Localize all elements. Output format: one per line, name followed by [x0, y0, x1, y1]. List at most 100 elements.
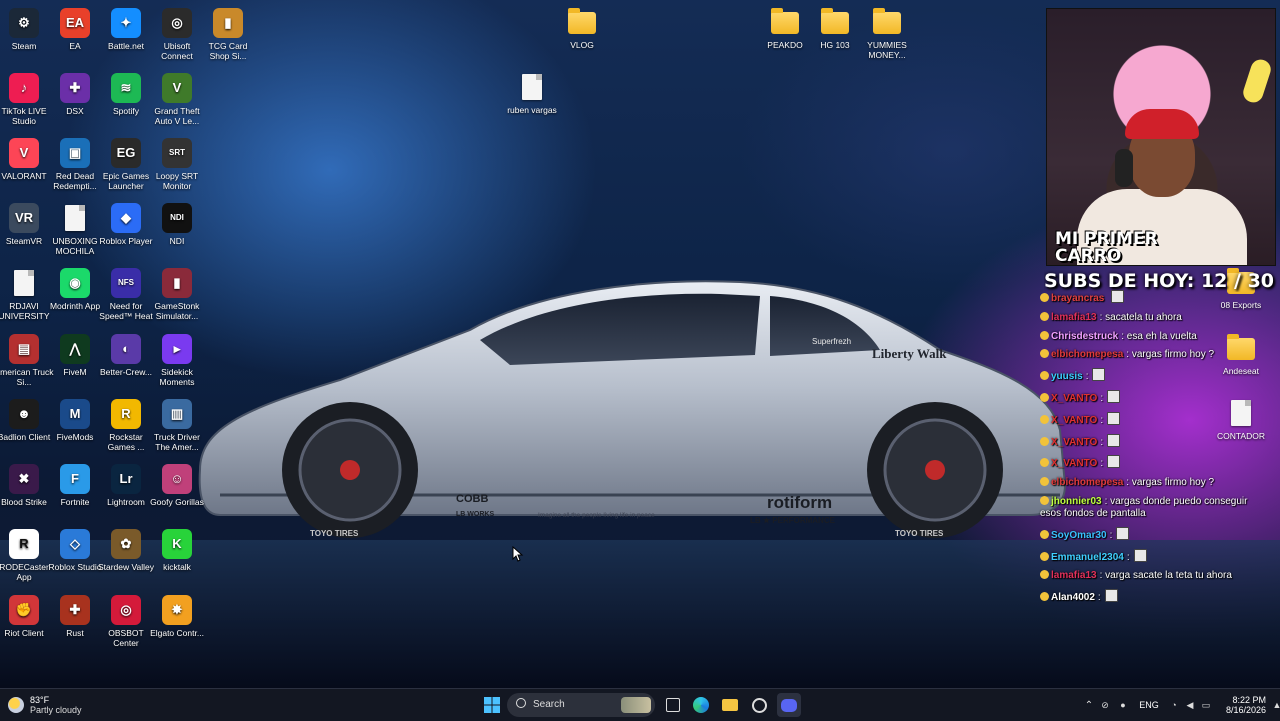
folder-icon — [568, 8, 596, 34]
car-sponsor-text: rotiform — [767, 493, 832, 512]
folder-vlog[interactable]: VLOG — [552, 8, 612, 50]
chat-username[interactable]: SoyOmar30 — [1051, 530, 1107, 541]
desktop-icon-ndi[interactable]: NDI NDI — [147, 203, 207, 246]
chat-username[interactable]: elbichomepesa — [1051, 349, 1123, 360]
folder-icon — [821, 8, 849, 34]
desktop-icon-loopy-srt-monitor[interactable]: SRT Loopy SRT Monitor — [147, 138, 207, 191]
file-icon — [65, 205, 85, 231]
desktop-icon-sidekick-moments[interactable]: ▸ Sidekick Moments — [147, 334, 207, 387]
fivem-icon: ⋀ — [60, 334, 90, 364]
car-brand-text: Liberty Walk — [872, 346, 947, 361]
volume-icon[interactable]: ◀ — [1182, 700, 1198, 711]
chat-username[interactable]: Emmanuel2304 — [1051, 552, 1124, 563]
task-view-button[interactable] — [662, 693, 684, 717]
chat-username[interactable]: lamafia13 — [1051, 312, 1097, 323]
chat-username[interactable]: lamafia13 — [1051, 570, 1097, 581]
chat-text: : — [1097, 592, 1101, 604]
webcam-overlay: MI PRIMER CARRO — [1046, 8, 1276, 266]
desktop-icon-kicktalk[interactable]: Kkicktalk — [147, 529, 207, 572]
chat-username[interactable]: brayancras — [1051, 293, 1104, 304]
file-ruben-vargas[interactable]: ruben vargas — [502, 72, 562, 115]
chat-username[interactable]: elbichomepesa — [1051, 477, 1123, 488]
chat-text: : vargas firmo hoy ? — [1126, 477, 1215, 489]
chat-emote-icon — [1133, 548, 1147, 562]
folder-icon — [873, 8, 901, 34]
start-button[interactable] — [480, 693, 504, 717]
ndi-icon: NDI — [162, 203, 192, 233]
epic-icon: EG — [111, 138, 141, 168]
desktop-icon-label: GameStonk Simulator... — [154, 301, 200, 321]
tire-text-front: TOYO TIRES — [310, 529, 359, 538]
chat-text: : varga sacate la teta tu ahora — [1099, 570, 1232, 582]
chat-username[interactable]: X_VANTO — [1051, 415, 1097, 426]
network-muted-icon[interactable]: ⊘ — [1096, 700, 1114, 711]
chat-text: : — [1100, 414, 1104, 426]
rust-icon: ✚ — [60, 595, 90, 625]
desktop-icon-gamestonk-simulator[interactable]: ▮ GameStonk Simulator... — [147, 268, 207, 321]
notification-bell-icon[interactable]: ▲ — [1270, 700, 1280, 710]
goofy-icon: ☺ — [162, 464, 192, 494]
wifi-icon[interactable]: ◔ — [1166, 700, 1182, 710]
battery-icon[interactable]: ▭ — [1198, 700, 1214, 711]
chat-username[interactable]: X_VANTO — [1051, 437, 1097, 448]
mouse-cursor — [512, 546, 524, 562]
chat-username[interactable]: Chrisdestruck — [1051, 331, 1118, 342]
chat-username[interactable]: X_VANTO — [1051, 393, 1097, 404]
chat-username[interactable]: jhonnier03 — [1051, 496, 1102, 507]
weather-widget[interactable]: 83°F Partly cloudy — [8, 693, 98, 717]
desktop-icon-tcg-card-shop-si[interactable]: ▮ TCG Card Shop Si... — [198, 8, 258, 61]
chat-text: : — [1085, 371, 1089, 383]
weather-desc: Partly cloudy — [30, 705, 82, 715]
system-tray: ⌃ ⊘ ● ENG ◔ ◀ ▭ 8:22 PM 8/16/2026 ▲ — [1082, 689, 1280, 721]
chat-text: : — [1126, 551, 1130, 563]
car-side-text: Imagine all the people living life in pe… — [538, 512, 655, 519]
discord-icon — [781, 698, 797, 712]
car-sponsor-sub: LB ★ PERFORMANCE — [750, 516, 836, 525]
weather-temp: 83°F — [30, 695, 50, 705]
car-side-logo: LB WORKS — [456, 511, 494, 518]
folder-icon — [771, 8, 799, 34]
chat-username[interactable]: yuusis — [1051, 371, 1083, 382]
chat-badge-icon — [1040, 349, 1049, 359]
stardew-icon: ✿ — [111, 529, 141, 559]
chat-message: lamafia13: varga sacate la teta tu ahora — [1040, 570, 1256, 582]
srt-icon: SRT — [162, 138, 192, 168]
desktop-icon-elgato-contr[interactable]: ✸ Elgato Contr... — [147, 595, 207, 638]
desktop-icon-label: Truck Driver The Amer... — [154, 432, 200, 452]
subs-counter: SUBS DE HOY: 12 / 30 — [1044, 270, 1275, 292]
desktop-icon-label: Elgato Contr... — [150, 628, 204, 638]
tray-overflow-icon[interactable]: ⌃ — [1082, 700, 1096, 711]
desktop-icon-goofy-gorillas[interactable]: ☺ Goofy Gorillas — [147, 464, 207, 507]
chat-badge-icon — [1040, 477, 1049, 487]
search-highlight-icon — [621, 697, 651, 713]
obs-icon — [751, 697, 767, 713]
chat-text: : sacatela tu ahora — [1099, 311, 1182, 323]
obs-button[interactable] — [748, 693, 770, 717]
chat-username[interactable]: X_VANTO — [1051, 458, 1097, 469]
taskbar-search[interactable]: Search — [507, 693, 655, 717]
ea-icon: EA — [60, 8, 90, 38]
edge-button[interactable] — [690, 693, 712, 717]
rockstar-icon: R — [111, 399, 141, 429]
fortnite-icon: F — [60, 464, 90, 494]
file-explorer-button[interactable] — [719, 693, 741, 717]
chat-emote-icon — [1107, 411, 1121, 425]
desktop-icon-truck-driver-the-amer[interactable]: ▥ Truck Driver The Amer... — [147, 399, 207, 452]
clock-time: 8:22 PM — [1232, 695, 1266, 705]
clock[interactable]: 8:22 PM 8/16/2026 — [1218, 695, 1266, 715]
desktop-icon-label: Goofy Gorillas — [150, 497, 204, 507]
folder-yummies[interactable]: YUMMIES MONEY... — [857, 8, 917, 60]
elgato-icon: ✸ — [162, 595, 192, 625]
discord-button[interactable] — [777, 693, 801, 717]
rdr-icon: ▣ — [60, 138, 90, 168]
ats-icon: ▤ — [9, 334, 39, 364]
language-indicator[interactable]: ENG — [1132, 700, 1166, 710]
folder-hg103[interactable]: HG 103 — [805, 8, 865, 50]
car-window-text: Superfrezh — [812, 337, 851, 346]
desktop-icon-grand-theft-auto-v-le[interactable]: V Grand Theft Auto V Le... — [147, 73, 207, 126]
chat-badge-icon — [1040, 330, 1049, 340]
chat-username[interactable]: Alan4002 — [1051, 592, 1095, 603]
battlenet-icon: ✦ — [111, 8, 141, 38]
folder-label: VLOG — [570, 40, 594, 50]
microphone-icon[interactable]: ● — [1114, 700, 1132, 710]
